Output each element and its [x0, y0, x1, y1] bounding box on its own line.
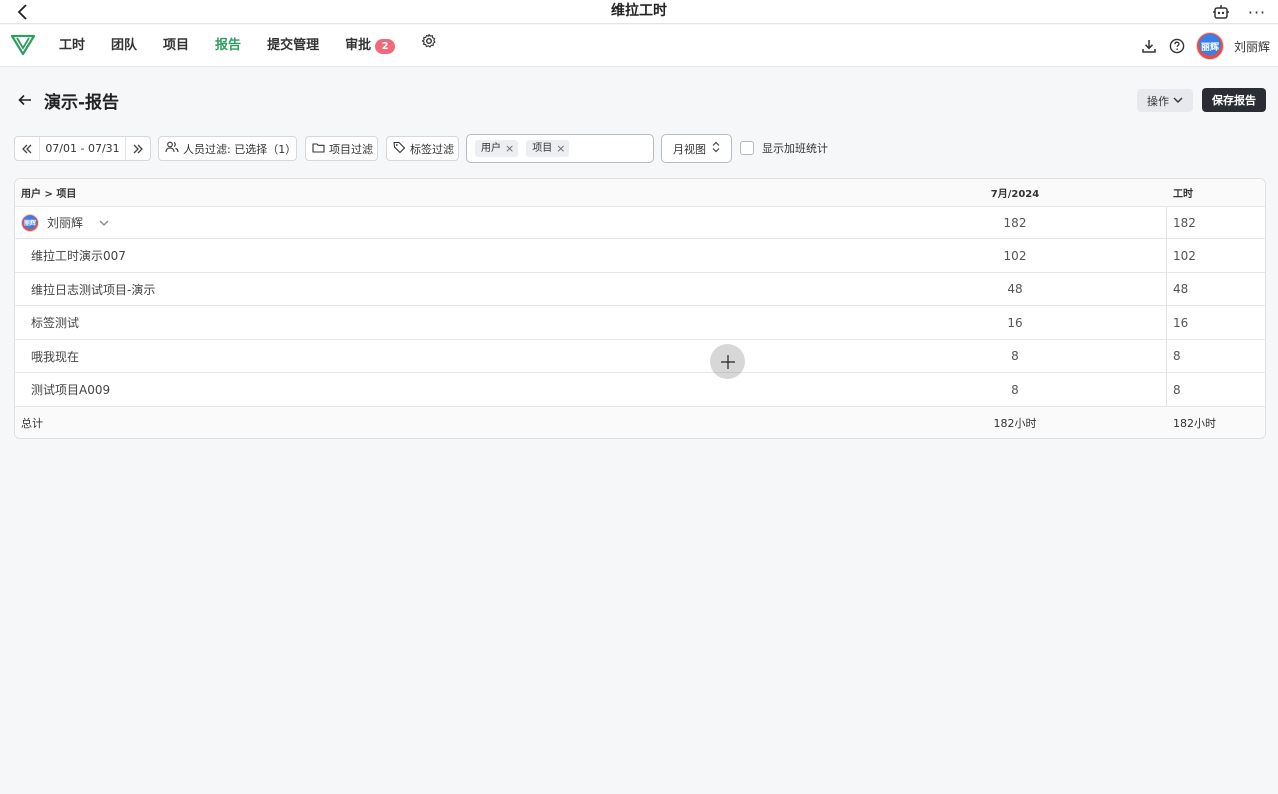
table-total-row: 总计 182小时 182小时 — [15, 407, 1265, 438]
date-range-picker: 07/01 - 07/31 — [14, 136, 151, 161]
table-row[interactable]: 测试项目A009 8 8 — [15, 373, 1265, 407]
page-header: 演示-报告 — [16, 86, 119, 114]
table-row-user[interactable]: 丽辉 刘丽辉 182 182 — [15, 207, 1265, 239]
group-tag-label: 用户 — [481, 143, 501, 154]
chevron-updown-icon — [712, 141, 720, 156]
member-filter-button[interactable]: 人员过滤: 已选择（1） — [158, 136, 297, 161]
project-name: 标签测试 — [31, 316, 80, 330]
group-by-selector[interactable]: 用户 × 项目 × — [466, 134, 654, 163]
table-header-row: 用户 > 项目 7月/2024 工时 — [15, 179, 1265, 207]
view-mode-select[interactable]: 月视图 — [661, 134, 732, 163]
nav-label: 报告 — [215, 38, 242, 53]
remove-tag-icon[interactable]: × — [505, 140, 514, 157]
nav-item-projects[interactable]: 项目 — [150, 25, 202, 67]
tag-icon — [393, 141, 406, 156]
approval-count-badge: 2 — [375, 38, 396, 54]
date-range[interactable]: 07/01 - 07/31 — [39, 137, 126, 160]
total-month-value: 182小时 — [993, 416, 1037, 430]
nav-item-reports[interactable]: 报告 — [202, 25, 254, 67]
tag-filter-label: 标签过滤 — [410, 142, 454, 156]
nav-label: 审批 — [345, 38, 372, 53]
project-hours-value: 102 — [1173, 248, 1196, 263]
chevron-down-icon[interactable] — [99, 216, 109, 230]
header-month[interactable]: 7月/2024 — [895, 185, 1135, 200]
nav-item-team[interactable]: 团队 — [98, 25, 150, 67]
total-label: 总计 — [21, 416, 43, 430]
total-hours-value: 182小时 — [1173, 416, 1216, 430]
project-name: 维拉工时演示007 — [31, 249, 126, 263]
previous-period-icon[interactable] — [15, 137, 39, 160]
user-avatar[interactable]: 丽辉 — [1195, 32, 1224, 60]
table-row[interactable]: 维拉日志测试项目-演示 48 48 — [15, 273, 1265, 306]
project-filter-label: 项目过滤 — [329, 142, 373, 156]
project-hours-value: 16 — [1173, 315, 1189, 330]
group-tag-user: 用户 × — [475, 140, 519, 157]
nav-item-approvals[interactable]: 审批 2 — [332, 25, 408, 67]
user-cell: 丽辉 刘丽辉 — [21, 213, 109, 232]
nav-label: 工时 — [59, 38, 86, 53]
nav-label: 项目 — [163, 38, 190, 53]
nav-item-submissions[interactable]: 提交管理 — [254, 25, 332, 67]
project-name: 哦我现在 — [31, 349, 80, 364]
group-tag-label: 项目 — [532, 143, 553, 154]
header-hours[interactable]: 工时 — [1173, 185, 1193, 200]
table-row[interactable]: 维拉工时演示007 102 102 — [15, 239, 1265, 273]
overtime-checkbox[interactable] — [740, 141, 754, 155]
top-navigation: 工时 团队 项目 报告 提交管理 审批 2 丽辉 刘丽辉 — [0, 25, 1278, 67]
folder-icon — [312, 142, 325, 156]
nav-right-tools: 丽辉 刘丽辉 — [1140, 25, 1270, 67]
project-filter-button[interactable]: 项目过滤 — [305, 136, 378, 161]
page-title: 演示-报告 — [44, 92, 120, 113]
nav-item-timesheet[interactable]: 工时 — [46, 25, 98, 67]
robot-icon[interactable] — [1210, 1, 1232, 23]
save-report-button[interactable]: 保存报告 — [1202, 88, 1266, 112]
user-month-value: 182 — [1003, 215, 1027, 230]
avatar-text: 丽辉 — [23, 220, 36, 227]
window-title: 维拉工时 — [611, 3, 667, 19]
title-bar: 维拉工时 ··· — [0, 0, 1278, 24]
chevron-down-icon — [1173, 94, 1183, 107]
view-mode-label: 月视图 — [673, 142, 706, 156]
app-logo[interactable] — [10, 33, 36, 57]
project-month-value: 8 — [1011, 382, 1019, 397]
project-month-value: 102 — [1003, 248, 1027, 263]
report-table: 用户 > 项目 7月/2024 工时 丽辉 刘丽辉 182 182 维拉工时演示… — [14, 178, 1266, 439]
nav-label: 提交管理 — [267, 38, 320, 53]
project-month-value: 8 — [1011, 349, 1019, 363]
overtime-label: 显示加班统计 — [762, 142, 828, 155]
project-hours-value: 8 — [1173, 382, 1181, 397]
header-user-project[interactable]: 用户 > 项目 — [21, 185, 76, 200]
user-name-cell: 刘丽辉 — [47, 216, 84, 230]
user-name[interactable]: 刘丽辉 — [1234, 38, 1270, 55]
project-hours-value: 48 — [1173, 282, 1189, 296]
remove-tag-icon[interactable]: × — [556, 140, 565, 157]
tag-filter-button[interactable]: 标签过滤 — [386, 136, 459, 161]
project-name: 维拉日志测试项目-演示 — [31, 282, 156, 297]
next-period-icon[interactable] — [126, 137, 150, 160]
table-row[interactable]: 哦我现在 8 8 — [15, 340, 1265, 373]
user-avatar-small: 丽辉 — [21, 213, 39, 232]
avatar-text: 丽辉 — [1200, 42, 1219, 53]
operations-dropdown-button[interactable]: 操作 — [1137, 89, 1193, 112]
group-tag-project: 项目 × — [526, 140, 570, 157]
users-icon — [165, 141, 179, 156]
more-options-icon[interactable]: ··· — [1244, 0, 1270, 24]
project-month-value: 48 — [1007, 282, 1023, 296]
project-hours-value: 8 — [1173, 349, 1181, 363]
nav-label: 团队 — [111, 38, 138, 53]
user-hours-value: 182 — [1173, 215, 1196, 230]
table-row[interactable]: 标签测试 16 16 — [15, 306, 1265, 340]
overtime-toggle: 显示加班统计 — [740, 140, 828, 156]
operations-label: 操作 — [1147, 94, 1169, 108]
gear-icon — [421, 25, 437, 67]
member-filter-label: 人员过滤: 已选择（1） — [183, 142, 297, 156]
back-arrow-icon[interactable] — [16, 91, 34, 109]
download-icon[interactable] — [1140, 37, 1158, 55]
help-icon[interactable] — [1168, 37, 1186, 55]
project-month-value: 16 — [1007, 315, 1023, 330]
nav-item-settings[interactable] — [408, 25, 450, 67]
back-chevron-icon[interactable] — [12, 0, 34, 24]
main-nav: 工时 团队 项目 报告 提交管理 审批 2 — [46, 25, 450, 67]
project-name: 测试项目A009 — [31, 383, 111, 397]
